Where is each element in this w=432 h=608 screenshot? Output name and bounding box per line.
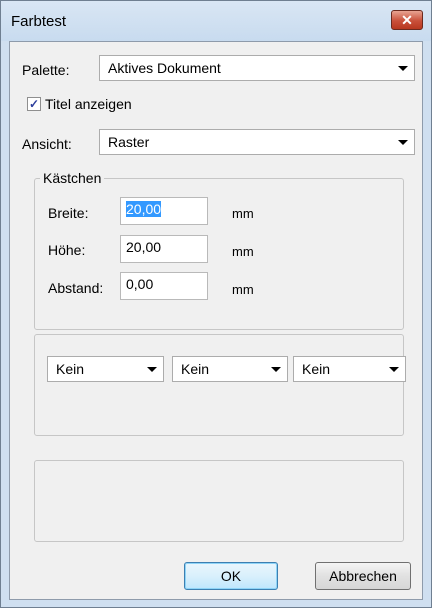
ok-button[interactable]: OK bbox=[184, 562, 278, 590]
close-icon: ✕ bbox=[401, 12, 413, 28]
width-unit: mm bbox=[232, 206, 254, 221]
selector-3-value: Kein bbox=[302, 361, 331, 377]
dialog-client-area: Palette: Aktives Dokument ✓ Titel anzeig… bbox=[9, 41, 423, 600]
close-button[interactable]: ✕ bbox=[391, 10, 423, 30]
cancel-button[interactable]: Abbrechen bbox=[315, 562, 411, 590]
selector-2-value: Kein bbox=[181, 361, 210, 377]
height-input[interactable]: 20,00 bbox=[120, 235, 208, 263]
palette-dropdown[interactable]: Aktives Dokument bbox=[99, 55, 415, 81]
chevron-down-icon bbox=[271, 367, 281, 372]
dialog-window: Farbtest ✕ Palette: Aktives Dokument ✓ T… bbox=[0, 0, 432, 608]
window-title: Farbtest bbox=[11, 13, 67, 30]
show-title-label: Titel anzeigen bbox=[45, 96, 132, 112]
chevron-down-icon bbox=[389, 367, 399, 372]
title-bar[interactable]: Farbtest ✕ bbox=[1, 1, 431, 41]
spacing-input[interactable]: 0,00 bbox=[120, 272, 208, 300]
show-title-checkbox[interactable]: ✓ bbox=[27, 97, 41, 111]
chevron-down-icon bbox=[147, 367, 157, 372]
selector-1-value: Kein bbox=[56, 361, 85, 377]
selector-dropdown-3[interactable]: Kein bbox=[293, 356, 406, 382]
boxes-group-legend: Kästchen bbox=[40, 170, 105, 186]
chevron-down-icon bbox=[398, 140, 408, 145]
preview-panel bbox=[34, 460, 404, 542]
palette-label: Palette: bbox=[22, 62, 70, 78]
spacing-value: 0,00 bbox=[126, 276, 154, 292]
height-value: 20,00 bbox=[126, 239, 162, 255]
height-label: Höhe: bbox=[48, 242, 86, 258]
width-value: 20,00 bbox=[126, 201, 162, 217]
view-label: Ansicht: bbox=[22, 136, 72, 152]
spacing-label: Abstand: bbox=[48, 280, 104, 296]
spacing-unit: mm bbox=[232, 282, 254, 297]
chevron-down-icon bbox=[398, 66, 408, 71]
boxes-groupbox bbox=[34, 178, 404, 330]
selector-dropdown-2[interactable]: Kein bbox=[172, 356, 288, 382]
palette-value: Aktives Dokument bbox=[108, 60, 221, 76]
selector-groupbox bbox=[34, 334, 404, 436]
view-dropdown[interactable]: Raster bbox=[99, 129, 415, 155]
height-unit: mm bbox=[232, 244, 254, 259]
width-input[interactable]: 20,00 bbox=[120, 197, 208, 225]
width-label: Breite: bbox=[48, 205, 89, 221]
view-value: Raster bbox=[108, 134, 150, 150]
selector-dropdown-1[interactable]: Kein bbox=[47, 356, 164, 382]
